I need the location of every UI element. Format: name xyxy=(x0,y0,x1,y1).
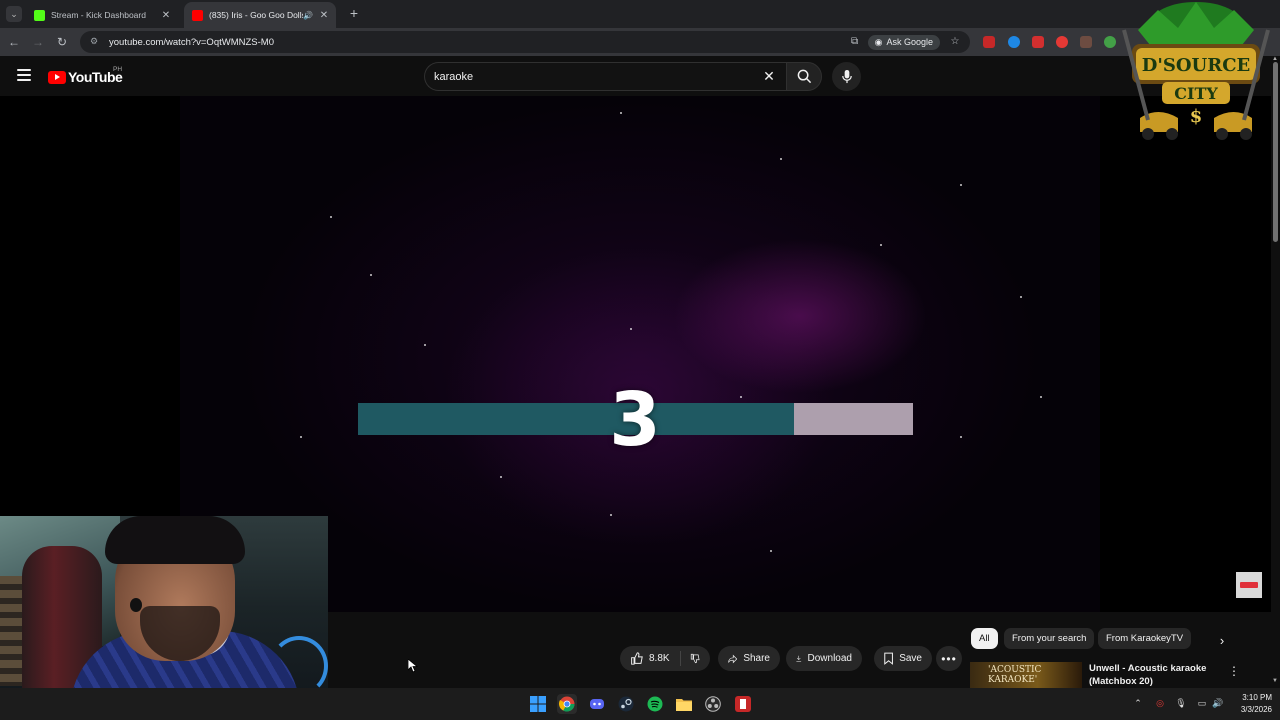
chip-from-your-search[interactable]: From your search xyxy=(1004,628,1095,649)
tray-network-icon[interactable]: ▭ xyxy=(1196,697,1208,709)
like-count: 8.8K xyxy=(649,653,670,664)
logo-text-dsource: D'SOURCE xyxy=(1142,55,1251,76)
save-button[interactable]: Save xyxy=(874,646,932,671)
clock-date: 3/3/2026 xyxy=(1240,705,1272,714)
chevron-right-icon[interactable]: › xyxy=(1213,632,1231,650)
kick-favicon-icon xyxy=(34,9,45,21)
tab-title: (835) Iris - Goo Goo Dolls (L xyxy=(209,10,303,20)
more-vertical-icon[interactable]: ⋮ xyxy=(1228,664,1240,678)
bookmark-star-icon[interactable]: ☆ xyxy=(948,35,962,49)
share-button[interactable]: Share xyxy=(718,646,780,671)
download-icon xyxy=(796,655,802,662)
dsource-city-logo: D'SOURCE CITY $ xyxy=(1122,2,1270,140)
chip-label: From your search xyxy=(1012,633,1087,644)
youtube-masthead: YouTube PH karaoke ✕ xyxy=(0,56,1280,96)
voice-search-button[interactable] xyxy=(832,62,861,91)
close-tab-icon[interactable]: ✕ xyxy=(160,10,172,21)
download-label: Download xyxy=(807,653,852,664)
speaker-icon[interactable]: 🔊 xyxy=(303,11,313,20)
countdown-number: 3 xyxy=(609,377,661,463)
scrollbar-thumb[interactable] xyxy=(1273,62,1278,242)
tab-kick-dashboard[interactable]: Stream - Kick Dashboard ✕ xyxy=(26,2,178,28)
search-button[interactable] xyxy=(786,62,822,91)
youtube-logo[interactable]: YouTube xyxy=(48,69,123,85)
extension-green-icon[interactable] xyxy=(1104,36,1116,48)
bookmark-icon xyxy=(884,652,893,665)
search-query[interactable]: karaoke xyxy=(434,71,473,83)
tray-volume-icon[interactable]: 🔊 xyxy=(1212,697,1224,709)
reload-icon[interactable]: ↻ xyxy=(54,34,70,50)
site-info-icon[interactable]: ⚙ xyxy=(88,36,100,48)
file-explorer-icon[interactable] xyxy=(674,694,694,714)
steam-icon[interactable] xyxy=(616,694,636,714)
download-button[interactable]: Download xyxy=(786,646,862,671)
system-clock[interactable]: 3:10 PM 3/3/2026 xyxy=(1228,692,1272,716)
extension-blue-icon[interactable] xyxy=(1008,36,1020,48)
region-code: PH xyxy=(113,66,123,73)
chip-all[interactable]: All xyxy=(971,628,998,649)
kick-app-icon[interactable] xyxy=(733,694,753,714)
url-text[interactable]: youtube.com/watch?v=OqtWMNZS-M0 xyxy=(109,37,840,48)
menu-icon[interactable] xyxy=(17,69,31,81)
more-actions-button[interactable]: ••• xyxy=(936,646,962,671)
chrome-icon[interactable] xyxy=(557,694,577,714)
browser-tab-strip: ⌄ Stream - Kick Dashboard ✕ (835) Iris -… xyxy=(0,0,1280,28)
microphone-icon xyxy=(841,69,852,84)
extension-circle-icon[interactable] xyxy=(1056,36,1068,48)
back-icon[interactable]: ← xyxy=(6,34,22,50)
youtube-favicon-icon xyxy=(192,9,203,21)
tray-overflow-chevron-icon[interactable]: ⌃ xyxy=(1132,697,1144,709)
browser-toolbar: ← → ↻ ⚙ youtube.com/watch?v=OqtWMNZS-M0 … xyxy=(0,28,1280,56)
recommendation-title[interactable]: Unwell - Acoustic karaoke (Matchbox 20) xyxy=(1089,662,1219,688)
logo-text-dollar: $ xyxy=(1190,106,1203,127)
ask-google-label: Ask Google xyxy=(886,37,933,47)
thumbs-up-icon xyxy=(631,652,643,665)
tab-title: Stream - Kick Dashboard xyxy=(51,10,146,20)
logo-text-city: CITY xyxy=(1174,84,1218,103)
close-tab-icon[interactable]: ✕ xyxy=(318,10,330,21)
windows-start-icon[interactable] xyxy=(528,694,548,714)
like-dislike-group: 8.8K xyxy=(620,646,710,671)
like-button[interactable]: 8.8K xyxy=(630,652,670,665)
extension-new-icon[interactable] xyxy=(983,36,995,48)
like-divider xyxy=(679,651,681,666)
extension-counter-icon[interactable] xyxy=(1080,36,1092,48)
tray-microphone-icon[interactable]: 🎙 xyxy=(1175,697,1187,709)
share-icon xyxy=(728,654,738,663)
tab-youtube-iris[interactable]: (835) Iris - Goo Goo Dolls (L 🔊 ✕ xyxy=(184,2,336,28)
spotify-icon[interactable] xyxy=(645,694,665,714)
dislike-button[interactable] xyxy=(690,652,700,665)
lens-icon: ◉ xyxy=(874,36,883,47)
tray-app-icon[interactable]: ◎ xyxy=(1154,697,1166,709)
search-icon xyxy=(797,69,811,84)
clear-search-icon[interactable]: ✕ xyxy=(762,69,776,83)
ask-google-button[interactable]: ◉ Ask Google xyxy=(867,34,940,50)
scroll-down-arrow-icon[interactable]: ▼ xyxy=(1272,678,1278,684)
clock-time: 3:10 PM xyxy=(1242,693,1272,702)
windows-taskbar: ⌃ ◎ 🎙 ▭ 🔊 3:10 PM 3/3/2026 xyxy=(0,688,1280,720)
tab-search-button[interactable]: ⌄ xyxy=(6,6,22,22)
obs-icon[interactable] xyxy=(703,694,723,714)
chip-label: All xyxy=(979,633,990,644)
search-input[interactable]: karaoke xyxy=(424,62,786,91)
discord-icon[interactable] xyxy=(587,694,607,714)
extension-red-icon[interactable] xyxy=(1032,36,1044,48)
share-label: Share xyxy=(743,653,770,664)
intro-progress-fill xyxy=(358,403,794,435)
thumbnail-text: 'ACOUSTIC KARAOKE' xyxy=(988,665,1042,685)
new-tab-button[interactable]: + xyxy=(346,5,362,21)
recommendation-thumbnail[interactable]: 'ACOUSTIC KARAOKE' xyxy=(970,662,1082,688)
subscribe-watermark-icon[interactable] xyxy=(1236,572,1262,598)
address-bar[interactable]: ⚙ youtube.com/watch?v=OqtWMNZS-M0 ⧉ ◉ As… xyxy=(80,31,970,53)
forward-icon[interactable]: → xyxy=(30,34,46,50)
cast-icon[interactable]: ⧉ xyxy=(848,35,862,49)
page-scrollbar[interactable]: ▲ ▼ xyxy=(1271,56,1280,688)
chip-label: From KaraokeyTV xyxy=(1106,633,1184,644)
chip-from-karaokeytv[interactable]: From KaraokeyTV xyxy=(1098,628,1192,649)
save-label: Save xyxy=(899,653,922,664)
youtube-play-icon xyxy=(48,70,66,84)
more-horizontal-icon: ••• xyxy=(941,651,957,666)
mouse-cursor-icon xyxy=(408,659,418,673)
